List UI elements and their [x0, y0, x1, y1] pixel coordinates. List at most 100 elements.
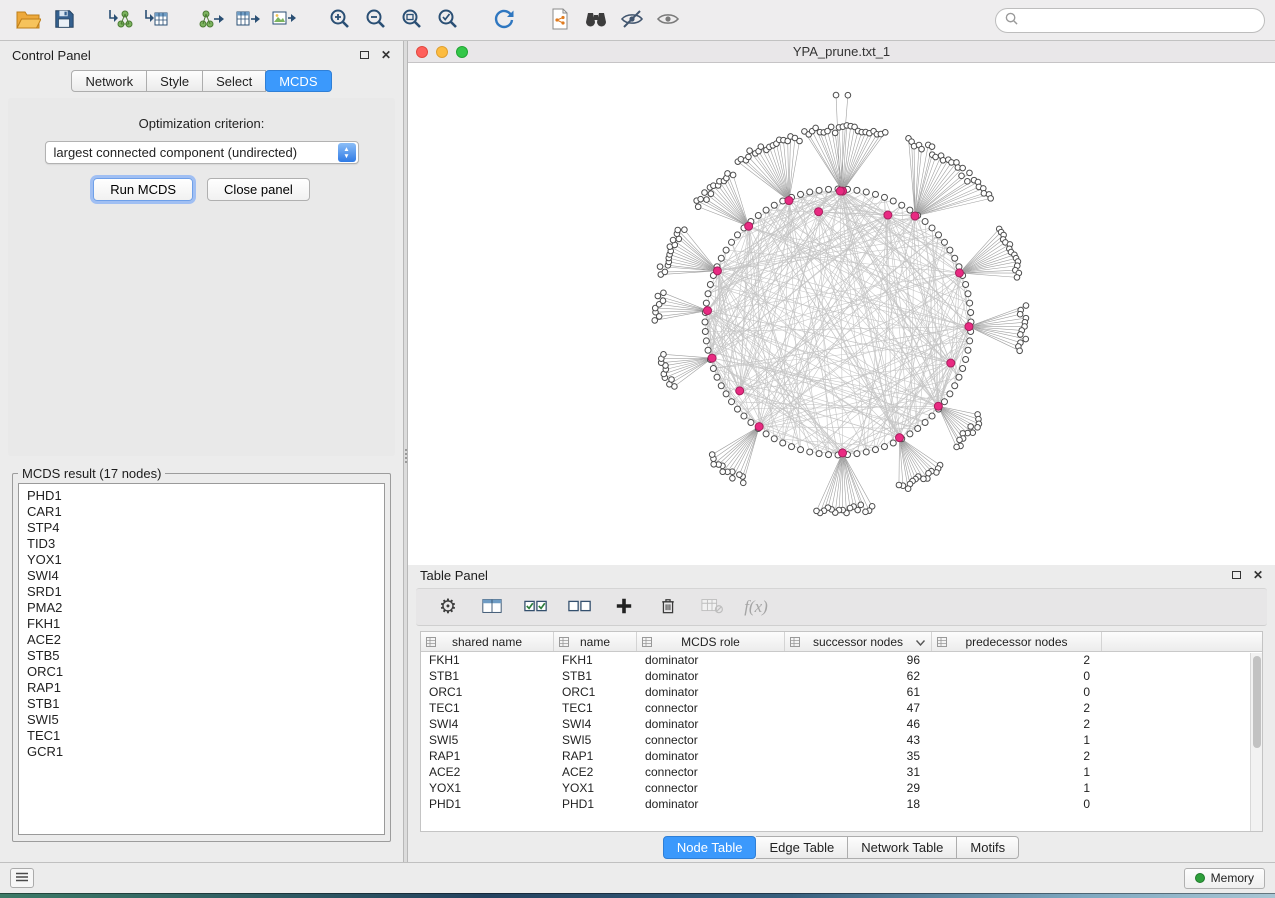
result-node[interactable]: STB5 — [27, 648, 376, 664]
table-row[interactable]: TEC1TEC1connector472 — [421, 700, 1262, 716]
open-file-button[interactable] — [10, 4, 46, 36]
tab-network-table[interactable]: Network Table — [848, 836, 957, 859]
table-row[interactable]: YOX1YOX1connector291 — [421, 780, 1262, 796]
tab-node-table[interactable]: Node Table — [663, 836, 757, 859]
close-table-panel-icon[interactable]: ✕ — [1253, 569, 1263, 581]
table-cell: 1 — [932, 733, 1102, 747]
table-row[interactable]: FKH1FKH1dominator962 — [421, 652, 1262, 668]
select-all-rows-button[interactable] — [522, 593, 550, 621]
memory-button[interactable]: Memory — [1184, 868, 1265, 889]
search-box[interactable] — [995, 8, 1265, 33]
table-cell: 0 — [932, 797, 1102, 811]
tab-edge-table[interactable]: Edge Table — [756, 836, 848, 859]
run-mcds-button[interactable]: Run MCDS — [93, 178, 193, 201]
table-cell: ORC1 — [421, 685, 554, 699]
tab-motifs[interactable]: Motifs — [957, 836, 1019, 859]
result-node[interactable]: FKH1 — [27, 616, 376, 632]
refresh-button[interactable] — [486, 4, 522, 36]
result-node[interactable]: RAP1 — [27, 680, 376, 696]
result-node[interactable]: PMA2 — [27, 600, 376, 616]
zoom-in-button[interactable] — [322, 4, 358, 36]
table-cell: 29 — [785, 781, 932, 795]
result-node[interactable]: YOX1 — [27, 552, 376, 568]
table-row[interactable]: RAP1RAP1dominator352 — [421, 748, 1262, 764]
column-header-MCDS-role[interactable]: MCDS role — [637, 632, 785, 651]
share-document-button[interactable] — [542, 4, 578, 36]
export-table-button[interactable] — [230, 4, 266, 36]
show-elements-button[interactable] — [650, 4, 686, 36]
result-node[interactable]: SWI5 — [27, 712, 376, 728]
show-columns-button[interactable] — [478, 593, 506, 621]
table-row[interactable]: PHD1PHD1dominator180 — [421, 796, 1262, 812]
export-network-button[interactable] — [194, 4, 230, 36]
network-view-panel: YPA_prune.txt_1 — [408, 41, 1275, 562]
result-node[interactable]: TID3 — [27, 536, 376, 552]
add-column-button[interactable] — [610, 593, 638, 621]
export-image-button[interactable] — [266, 4, 302, 36]
close-panel-button[interactable]: Close panel — [207, 178, 310, 201]
table-cell: 2 — [932, 749, 1102, 763]
tab-network[interactable]: Network — [71, 70, 147, 92]
table-scrollbar[interactable] — [1250, 653, 1262, 831]
optimization-criterion-select[interactable]: largest connected component (undirected)… — [45, 141, 359, 164]
network-window-title: YPA_prune.txt_1 — [408, 44, 1275, 59]
table-cell: 43 — [785, 733, 932, 747]
zoom-selected-button[interactable] — [430, 4, 466, 36]
scrollbar-thumb[interactable] — [1253, 656, 1261, 748]
mcds-result-list[interactable]: PHD1CAR1STP4TID3YOX1SWI4SRD1PMA2FKH1ACE2… — [18, 483, 385, 835]
select-stepper-icon: ▲▼ — [338, 143, 356, 162]
table-row[interactable]: ACE2ACE2connector311 — [421, 764, 1262, 780]
show-panels-button[interactable] — [10, 868, 34, 888]
column-header-predecessor-nodes[interactable]: predecessor nodes — [932, 632, 1102, 651]
result-node[interactable]: STB1 — [27, 696, 376, 712]
window-maximize-icon[interactable] — [456, 46, 468, 58]
table-row[interactable]: STB1STB1dominator620 — [421, 668, 1262, 684]
column-header-shared-name[interactable]: shared name — [421, 632, 554, 651]
result-node[interactable]: SWI4 — [27, 568, 376, 584]
table-row[interactable]: SWI4SWI4dominator462 — [421, 716, 1262, 732]
window-minimize-icon[interactable] — [436, 46, 448, 58]
result-node[interactable]: ACE2 — [27, 632, 376, 648]
import-table-button[interactable] — [138, 4, 174, 36]
binoculars-icon — [583, 8, 609, 33]
zoom-out-button[interactable] — [358, 4, 394, 36]
main-area: Control Panel ✕ NetworkStyleSelectMCDS O… — [0, 41, 1275, 862]
hide-elements-button[interactable] — [614, 4, 650, 36]
table-settings-button[interactable]: ⚙ — [434, 593, 462, 621]
result-node[interactable]: PHD1 — [27, 488, 376, 504]
table-cell: 35 — [785, 749, 932, 763]
window-close-icon[interactable] — [416, 46, 428, 58]
tab-select[interactable]: Select — [203, 70, 266, 92]
table-cell: 61 — [785, 685, 932, 699]
deselect-all-rows-button[interactable] — [566, 593, 594, 621]
table-row[interactable]: SWI5SWI5connector431 — [421, 732, 1262, 748]
result-node[interactable]: STP4 — [27, 520, 376, 536]
float-panel-icon[interactable] — [360, 51, 369, 59]
tab-style[interactable]: Style — [147, 70, 203, 92]
result-node[interactable]: TEC1 — [27, 728, 376, 744]
result-node[interactable]: ORC1 — [27, 664, 376, 680]
table-cell: 0 — [932, 669, 1102, 683]
network-window-titlebar[interactable]: YPA_prune.txt_1 — [408, 41, 1275, 63]
close-panel-icon[interactable]: ✕ — [381, 49, 391, 61]
result-node[interactable]: GCR1 — [27, 744, 376, 760]
save-session-button[interactable] — [46, 4, 82, 36]
result-node[interactable]: SRD1 — [27, 584, 376, 600]
tab-mcds[interactable]: MCDS — [265, 70, 331, 92]
share-document-icon — [549, 7, 571, 34]
import-network-button[interactable] — [102, 4, 138, 36]
float-table-panel-icon[interactable] — [1232, 571, 1241, 579]
result-node[interactable]: CAR1 — [27, 504, 376, 520]
memory-status-icon — [1195, 873, 1205, 883]
delete-column-button[interactable] — [654, 593, 682, 621]
network-canvas[interactable] — [408, 63, 1275, 565]
zoom-fit-button[interactable] — [394, 4, 430, 36]
column-header-name[interactable]: name — [554, 632, 637, 651]
search-network-button[interactable] — [578, 4, 614, 36]
column-header-successor-nodes[interactable]: successor nodes — [785, 632, 932, 651]
search-input[interactable] — [1024, 13, 1255, 27]
table-cell: 62 — [785, 669, 932, 683]
table-cell: 47 — [785, 701, 932, 715]
table-row[interactable]: ORC1ORC1dominator610 — [421, 684, 1262, 700]
table-panel: Table Panel ✕ ⚙ — [408, 562, 1275, 862]
